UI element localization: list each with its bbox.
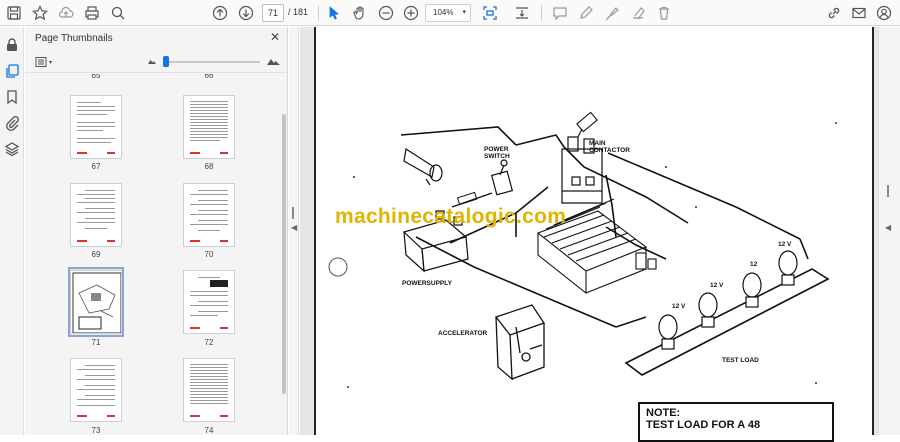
watermark-text: machinecatalogic.com xyxy=(335,205,567,228)
page-thumbnails-panel: Page Thumbnails ✕ ▾ 65 66 67 68 69 70 71… xyxy=(25,27,288,435)
wiring-diagram xyxy=(328,111,837,388)
fit-page-icon[interactable] xyxy=(480,3,500,23)
bookmark-icon[interactable] xyxy=(2,87,22,107)
close-icon[interactable]: ✕ xyxy=(269,31,281,43)
collapse-left-icon[interactable]: ◀ xyxy=(291,223,297,232)
chevron-down-icon: ▾ xyxy=(462,9,466,16)
large-thumbnail-icon[interactable] xyxy=(267,56,280,65)
thumbnails-icon[interactable] xyxy=(2,61,22,81)
page-thumbnail[interactable] xyxy=(70,183,122,247)
expand-right-icon[interactable]: ◀ xyxy=(885,223,891,232)
note-title: NOTE: xyxy=(646,407,681,419)
bookmark-star-icon[interactable] xyxy=(30,3,50,23)
attachment-icon[interactable] xyxy=(2,113,22,133)
page-thumbnail-selected[interactable] xyxy=(70,270,122,334)
splitter-grip[interactable] xyxy=(292,207,294,219)
pen-icon[interactable] xyxy=(576,3,596,23)
bulb-voltage-label: 12 V xyxy=(710,282,724,289)
thumbnail-label: 67 xyxy=(91,162,101,171)
page-thumbnail[interactable] xyxy=(70,95,122,159)
toolbar-divider xyxy=(318,5,319,21)
small-thumbnail-icon[interactable] xyxy=(148,58,156,64)
thumbnail-label: 70 xyxy=(204,250,214,259)
highlighter-icon[interactable] xyxy=(602,3,622,23)
page-down-icon[interactable] xyxy=(236,3,256,23)
pdf-page xyxy=(314,27,874,435)
page-up-icon[interactable] xyxy=(210,3,230,23)
panel-splitter[interactable]: ◀ xyxy=(289,27,299,435)
thumbnail-label: 74 xyxy=(204,426,214,435)
panel-title: Page Thumbnails xyxy=(35,33,113,44)
zoom-in-icon[interactable] xyxy=(401,3,421,23)
top-toolbar: 71 / 181 104% ▾ xyxy=(0,0,900,26)
page-thumbnail[interactable] xyxy=(183,95,235,159)
zoom-out-icon[interactable] xyxy=(376,3,396,23)
comment-icon[interactable] xyxy=(550,3,570,23)
page-thumbnail[interactable] xyxy=(70,358,122,422)
thumbnail-label: 66 xyxy=(204,74,214,80)
page-thumbnail[interactable] xyxy=(183,270,235,334)
note-text: TEST LOAD FOR A 48 xyxy=(646,419,761,431)
thumbnail-label: 72 xyxy=(204,338,214,347)
upload-icon[interactable] xyxy=(56,3,76,23)
power-switch-label: POWER SWITCH xyxy=(484,146,510,160)
page-number-input[interactable]: 71 xyxy=(262,4,284,22)
thumbnail-list: 65 66 67 68 69 70 71 72 73 74 xyxy=(25,74,281,435)
thumbnail-label: 71 xyxy=(91,338,101,347)
page-thumbnail[interactable] xyxy=(183,183,235,247)
chevron-down-icon: ▾ xyxy=(49,59,53,66)
scrollbar-thumb[interactable] xyxy=(282,114,286,394)
share-link-icon[interactable] xyxy=(824,3,844,23)
scroll-mode-icon[interactable] xyxy=(512,3,532,23)
main-contactor-label: MAIN CONTACTOR xyxy=(589,140,630,154)
zoom-level-value: 104% xyxy=(433,8,454,17)
thumbnail-label: 65 xyxy=(91,74,101,80)
hand-pan-icon[interactable] xyxy=(350,3,370,23)
thumbnail-size-slider[interactable] xyxy=(166,61,260,63)
bulb-voltage-label: 12 V xyxy=(778,241,792,248)
document-view[interactable] xyxy=(300,27,878,435)
thumbnail-label: 73 xyxy=(91,426,101,435)
zoom-level-select[interactable]: 104% ▾ xyxy=(425,4,471,22)
lock-icon[interactable] xyxy=(2,35,22,55)
thumbnail-tools: ▾ xyxy=(25,51,288,73)
test-load-label: TEST LOAD xyxy=(722,357,759,364)
thumbnail-options-button[interactable]: ▾ xyxy=(35,55,57,69)
splitter-grip[interactable] xyxy=(887,185,889,197)
thumbnail-label: 69 xyxy=(91,250,101,259)
zoom-search-icon[interactable] xyxy=(108,3,128,23)
page-total-label: / 181 xyxy=(288,7,309,17)
select-cursor-icon[interactable] xyxy=(324,3,344,23)
bulb-voltage-label: 12 V xyxy=(672,303,686,310)
toolbar-divider xyxy=(541,5,542,21)
bulb-voltage-label: 12 xyxy=(750,261,758,268)
delete-icon[interactable] xyxy=(654,3,674,23)
thumbnail-label: 68 xyxy=(204,162,214,171)
clear-icon[interactable] xyxy=(628,3,648,23)
left-sidebar-rail xyxy=(0,27,24,435)
account-icon[interactable] xyxy=(874,3,894,23)
note-box: NOTE: TEST LOAD FOR A 48 xyxy=(638,402,834,442)
right-sidebar-rail: ◀ xyxy=(878,27,900,435)
page-thumbnail[interactable] xyxy=(183,358,235,422)
print-icon[interactable] xyxy=(82,3,102,23)
power-supply-label: POWERSUPPLY xyxy=(402,280,452,287)
slider-handle[interactable] xyxy=(163,56,169,67)
thumbnail-scrollbar[interactable] xyxy=(281,74,288,435)
email-icon[interactable] xyxy=(849,3,869,23)
accelerator-label: ACCELERATOR xyxy=(438,330,488,337)
save-icon[interactable] xyxy=(4,3,24,23)
layers-icon[interactable] xyxy=(2,139,22,159)
